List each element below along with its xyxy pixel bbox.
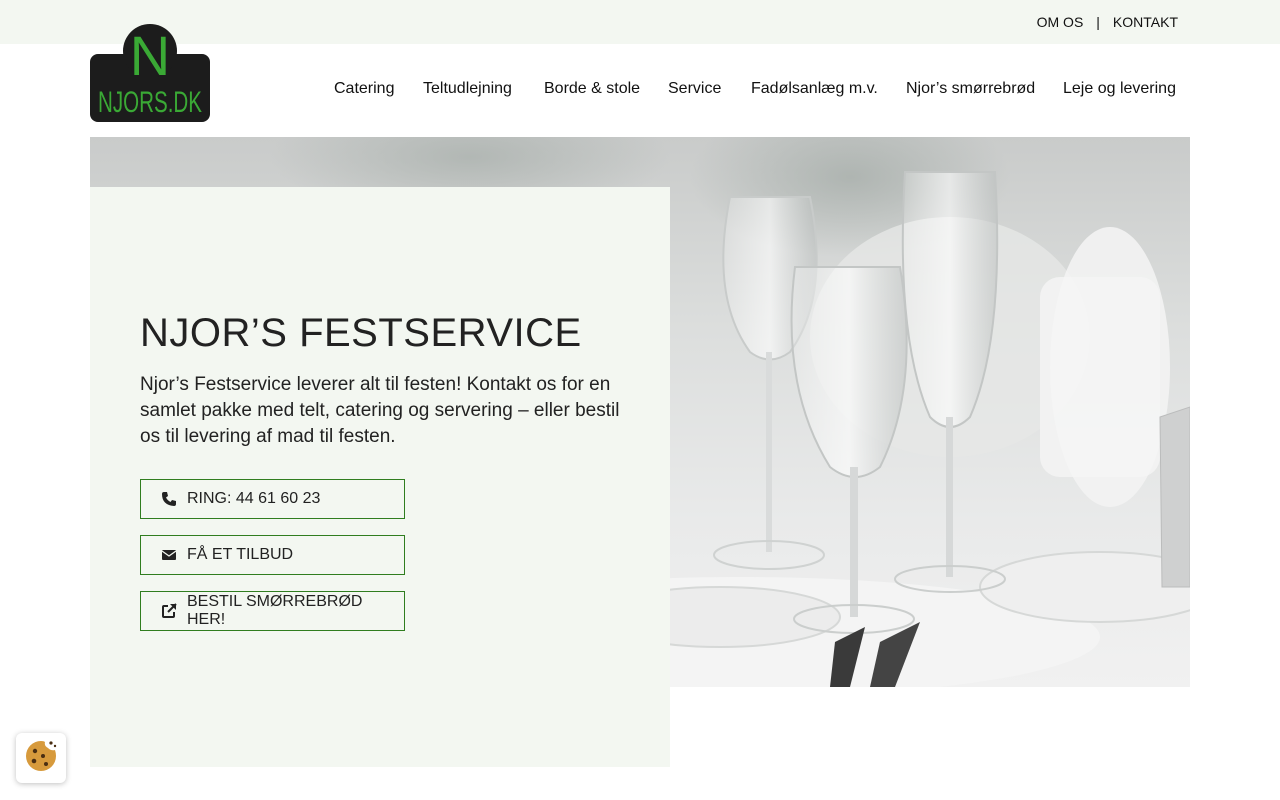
cookie-settings-button[interactable] (16, 733, 66, 783)
external-link-icon (161, 603, 177, 619)
order-smorrebrod-label: BESTIL SMØRREBRØD HER! (187, 593, 363, 628)
contact-link[interactable]: KONTAKT (1113, 14, 1178, 30)
nav-item-service[interactable]: Service (668, 80, 721, 98)
separator: | (1096, 14, 1100, 30)
call-button[interactable]: RING: 44 61 60 23 (140, 479, 405, 519)
quote-button-label: FÅ ET TILBUD (187, 546, 294, 563)
hero-panel: NJOR’S FESTSERVICE Njor’s Festservice le… (90, 187, 670, 767)
envelope-icon (161, 547, 177, 563)
nav-item-leje-levering[interactable]: Leje og levering (1063, 80, 1176, 98)
phone-icon (161, 491, 177, 507)
order-smorrebrod-button[interactable]: BESTIL SMØRREBRØD HER! (140, 591, 405, 631)
call-button-label: RING: 44 61 60 23 (187, 490, 321, 507)
hero-text: Njor’s Festservice leverer alt til feste… (140, 374, 620, 447)
hero-title: NJOR’S FESTSERVICE (140, 311, 582, 355)
nav-item-smorrebrod[interactable]: Njor’s smørrebrød (906, 80, 1035, 98)
logo-letter: N (130, 24, 170, 87)
nav-item-borde-stole[interactable]: Borde & stole (544, 80, 640, 98)
nav-item-fadolsanlaeg[interactable]: Fadølsanlæg m.v. (751, 80, 878, 98)
about-link[interactable]: OM OS (1037, 14, 1084, 30)
quote-button[interactable]: FÅ ET TILBUD (140, 535, 405, 575)
cookie-icon (24, 739, 58, 778)
top-links: OM OS | KONTAKT (1037, 0, 1178, 44)
nav-item-catering[interactable]: Catering (334, 80, 394, 98)
logo[interactable]: N NJORS.DK (90, 24, 210, 122)
nav-item-teltudlejning[interactable]: Teltudlejning (423, 80, 512, 98)
main-nav: Catering Teltudlejning Borde & stole Ser… (0, 80, 1280, 102)
